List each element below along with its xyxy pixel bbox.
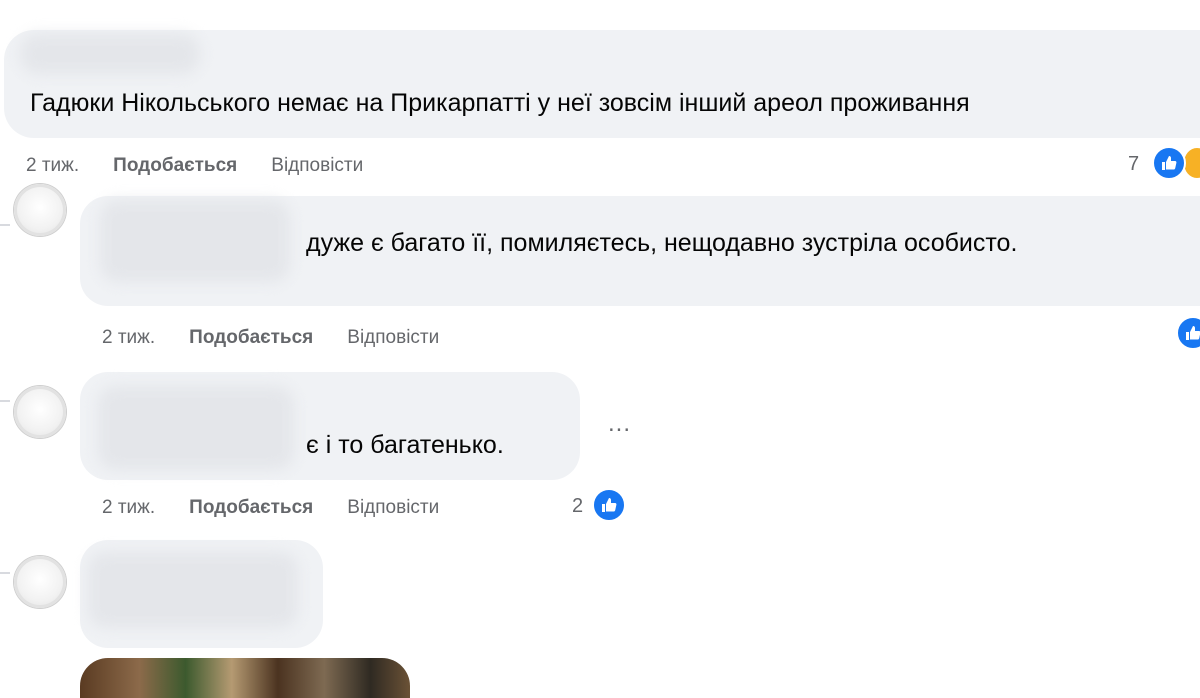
comment-text: дуже є багато її, помиляєтесь, нещодавно… (306, 229, 1018, 257)
comment-timestamp[interactable]: 2 тиж. (102, 327, 155, 349)
reply-button[interactable]: Відповісти (347, 497, 439, 519)
avatar[interactable] (14, 386, 66, 438)
comment-text: є і то багатенько. (306, 431, 504, 459)
comment-actions: 2 тиж. Подобається Відповісти (26, 152, 363, 180)
thread-connector (0, 224, 10, 226)
author-name-blurred[interactable] (20, 34, 200, 74)
reply-button[interactable]: Відповісти (271, 155, 363, 177)
thread-connector (0, 400, 10, 402)
like-icon[interactable] (1152, 146, 1186, 180)
comment-actions: 2 тиж. Подобається Відповісти (102, 324, 439, 352)
reaction-count[interactable]: 2 (572, 492, 583, 520)
comment-timestamp[interactable]: 2 тиж. (102, 497, 155, 519)
comment-text: Гадюки Нікольського немає на Прикарпатті… (30, 89, 970, 117)
avatar[interactable] (14, 184, 66, 236)
like-icon[interactable] (592, 488, 626, 522)
more-options-button[interactable]: ... (608, 412, 631, 436)
like-button[interactable]: Подобається (113, 155, 237, 177)
comment-content-blurred (88, 552, 298, 628)
comment-timestamp[interactable]: 2 тиж. (26, 155, 79, 177)
avatar[interactable] (14, 556, 66, 608)
author-name-blurred[interactable] (98, 386, 294, 470)
like-icon[interactable] (1176, 316, 1200, 350)
comment-photo[interactable] (80, 658, 410, 698)
thread-connector (0, 572, 10, 574)
author-name-blurred[interactable] (100, 200, 290, 282)
reply-button[interactable]: Відповісти (347, 327, 439, 349)
comment-actions: 2 тиж. Подобається Відповісти (102, 494, 439, 522)
like-button[interactable]: Подобається (189, 327, 313, 349)
reaction-count[interactable]: 7 (1128, 150, 1139, 178)
like-button[interactable]: Подобається (189, 497, 313, 519)
